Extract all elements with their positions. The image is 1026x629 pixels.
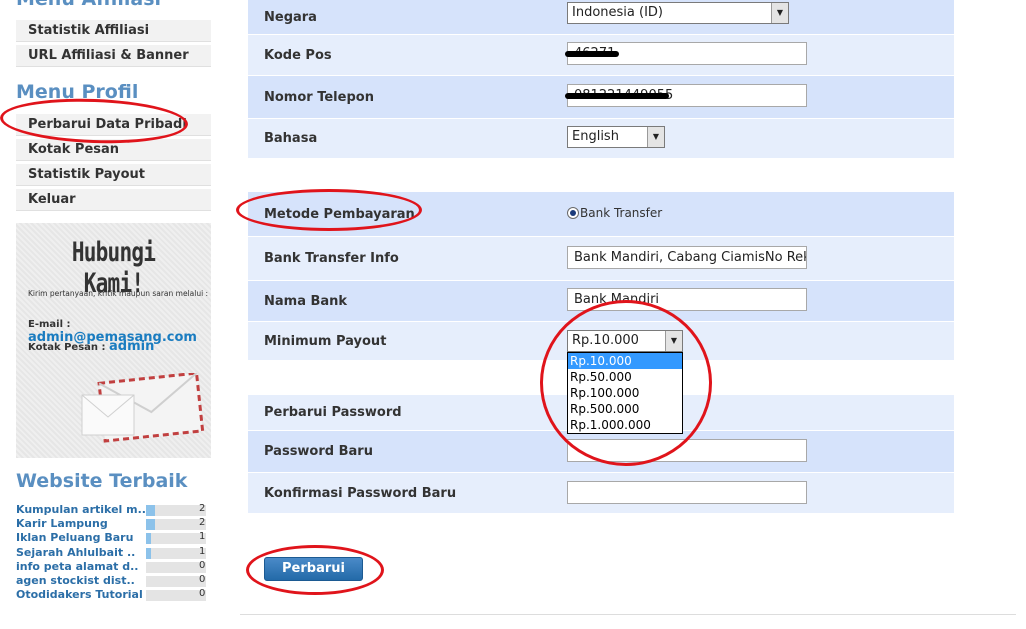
best-site-name[interactable]: info peta alamat d.. <box>16 560 138 573</box>
telepon-label: Nomor Telepon <box>264 89 374 105</box>
best-site-bar <box>146 533 206 545</box>
inbox-value: admin <box>109 339 155 354</box>
password-baru-label: Password Baru <box>264 444 373 459</box>
best-site-bar-fill <box>146 505 155 516</box>
best-site-item[interactable]: info peta alamat d.. 0 <box>16 560 211 574</box>
best-site-name[interactable]: Sejarah Ahlulbait .. <box>16 546 135 559</box>
best-site-bar-fill <box>146 533 151 545</box>
chevron-down-icon[interactable]: ▼ <box>647 127 664 147</box>
best-site-bar-fill <box>146 519 155 531</box>
redaction-scribble <box>565 93 669 99</box>
kode-pos-label: Kode Pos <box>264 47 332 63</box>
perbarui-password-label: Perbarui Password <box>264 405 402 420</box>
bahasa-value: English <box>572 129 619 144</box>
inbox-label: Kotak Pesan : <box>28 342 109 353</box>
best-site-name[interactable]: Iklan Peluang Baru <box>16 531 133 544</box>
best-site-bar <box>146 547 206 559</box>
best-site-name[interactable]: Otodidakers Tutorial <box>16 588 143 601</box>
sidebar-item-statistik-payout[interactable]: Statistik Payout <box>16 164 211 186</box>
email-label: E-mail : <box>28 319 71 330</box>
contact-subtext: Kirim pertanyaan, kritik maupun saran me… <box>28 289 209 298</box>
best-site-bar <box>146 519 206 531</box>
bahasa-label: Bahasa <box>264 131 318 146</box>
best-site-count: 0 <box>199 588 206 600</box>
negara-value: Indonesia (ID) <box>572 5 663 20</box>
annotation-ellipse <box>236 189 422 231</box>
best-site-count: 2 <box>199 503 206 514</box>
menu-affiliate-title: Menu Affiliasi <box>16 0 161 10</box>
radio-dot-icon <box>570 210 576 216</box>
negara-label: Negara <box>264 9 317 25</box>
contact-banner[interactable]: Hubungi Kami! Kirim pertanyaan, kritik m… <box>16 223 211 458</box>
annotation-ellipse <box>540 300 712 466</box>
best-site-name[interactable]: Karir Lampung <box>16 517 108 530</box>
bank-transfer-radio[interactable] <box>567 207 579 219</box>
annotation-ellipse <box>246 545 384 595</box>
redaction-scribble <box>565 51 619 57</box>
konfirmasi-input[interactable] <box>567 481 807 504</box>
best-site-count: 0 <box>199 574 206 585</box>
bank-info-input[interactable]: Bank Mandiri, Cabang CiamisNo Rekening <box>567 246 807 269</box>
chevron-down-icon[interactable]: ▼ <box>771 3 788 23</box>
best-site-count: 2 <box>199 517 206 529</box>
best-sites-title: Website Terbaik <box>16 470 188 492</box>
bank-info-label: Bank Transfer Info <box>264 251 399 266</box>
best-site-name[interactable]: Kumpulan artikel m.. <box>16 503 146 516</box>
best-site-bar <box>146 590 206 602</box>
min-payout-label: Minimum Payout <box>264 333 387 349</box>
best-site-item[interactable]: Karir Lampung 2 <box>16 517 211 531</box>
nama-bank-label: Nama Bank <box>264 293 348 309</box>
best-site-bar <box>146 576 206 587</box>
best-site-count: 0 <box>199 559 206 571</box>
best-site-count: 1 <box>199 531 206 543</box>
bahasa-select[interactable]: English ▼ <box>567 126 665 148</box>
bank-info-value: Bank Mandiri, Cabang CiamisNo Rekening <box>574 250 806 265</box>
footer-divider <box>240 614 1016 615</box>
best-site-item[interactable]: agen stockist dist.. 0 <box>16 574 211 588</box>
best-site-name[interactable]: agen stockist dist.. <box>16 574 135 587</box>
sidebar-item-statistik-affiliasi[interactable]: Statistik Affiliasi <box>16 20 211 42</box>
best-site-item[interactable]: Kumpulan artikel m.. 2 <box>16 503 211 517</box>
best-site-count: 1 <box>199 545 206 557</box>
best-site-item[interactable]: Sejarah Ahlulbait .. 1 <box>16 546 211 560</box>
best-site-bar <box>146 505 206 516</box>
sidebar-item-url-affiliasi[interactable]: URL Affiliasi & Banner <box>16 45 211 67</box>
best-site-bar <box>146 561 206 573</box>
contact-inbox: Kotak Pesan : admin <box>28 339 154 354</box>
bank-transfer-label[interactable]: Bank Transfer <box>580 206 662 220</box>
negara-select[interactable]: Indonesia (ID) ▼ <box>567 2 789 24</box>
best-site-bar-fill <box>146 547 151 559</box>
best-site-item[interactable]: Iklan Peluang Baru 1 <box>16 531 211 545</box>
sidebar-item-keluar[interactable]: Keluar <box>16 189 211 211</box>
konfirmasi-label: Konfirmasi Password Baru <box>264 485 457 501</box>
envelope-icon <box>81 373 205 443</box>
best-site-item[interactable]: Otodidakers Tutorial 0 <box>16 588 211 602</box>
